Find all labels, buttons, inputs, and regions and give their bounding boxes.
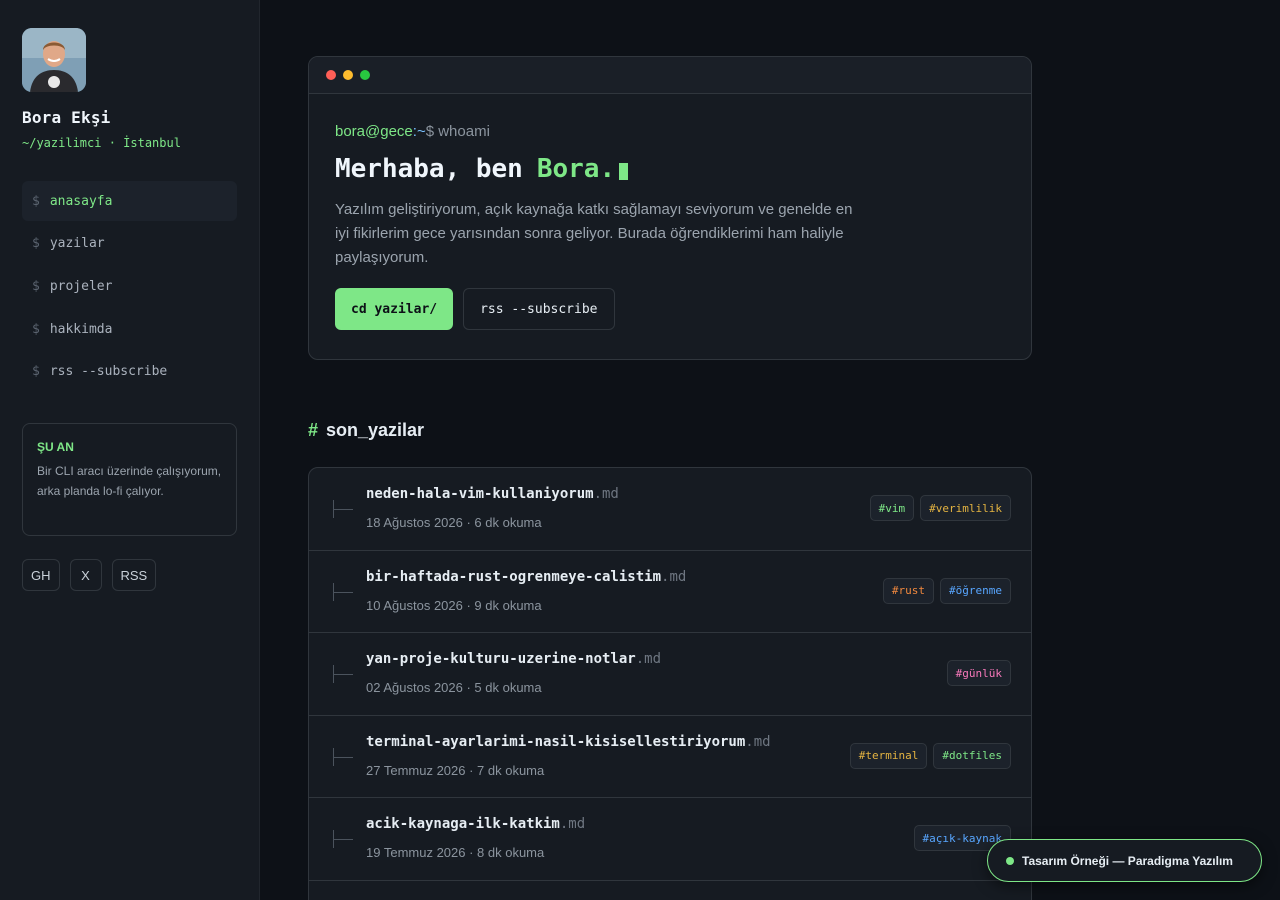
tree-branch-icon	[333, 582, 353, 601]
tag-badge[interactable]: #rust	[882, 577, 935, 604]
cursor-block-icon	[619, 162, 629, 180]
nav-item-yazilar[interactable]: $ yazilar	[22, 224, 237, 264]
now-card: ŞU AN Bir CLI aracı üzerinde çalışıyorum…	[22, 423, 237, 536]
status-dot-icon	[1006, 856, 1014, 865]
terminal-body: bora@gece:~$ whoami Merhaba, ben Bora. Y…	[309, 94, 1031, 330]
post-title[interactable]: yan-proje-kulturu-uzerine-notlar.md	[366, 651, 661, 667]
post-row[interactable]: acik-kaynaga-ilk-katkim.md 19 Temmuz 2026…	[309, 798, 1031, 881]
post-title[interactable]: terminal-ayarlarimi-nasil-kisisellestiri…	[366, 734, 771, 750]
post-row[interactable]: terminal-ayarlarimi-nasil-kisisellestiri…	[309, 716, 1031, 799]
hero-terminal-card: bora@gece:~$ whoami Merhaba, ben Bora. Y…	[308, 56, 1032, 360]
post-meta: 10 Ağustos 2026 · 9 dk okuma	[366, 597, 542, 613]
x-link[interactable]: X	[69, 559, 102, 591]
red-dot-icon	[326, 70, 336, 80]
section-title: son_yazilar	[326, 420, 425, 440]
rss-subscribe-button[interactable]: rss --subscribe	[463, 288, 615, 330]
profile-subtitle: ~/yazilimci · İstanbul	[22, 136, 181, 150]
prompt-path: :~	[412, 123, 426, 140]
read-posts-button[interactable]: cd yazilar/	[335, 288, 454, 330]
post-slug: acik-kaynaga-ilk-katkim	[366, 816, 560, 833]
tree-branch-icon	[333, 500, 353, 518]
post-title[interactable]: neden-hala-vim-kullaniyorum.md	[366, 486, 619, 502]
prompt-symbol: $	[32, 364, 40, 380]
terminal-prompt: bora@gece:~$ whoami	[335, 123, 1005, 140]
tree-branch-icon	[333, 665, 353, 684]
tag-badge[interactable]: #vim	[869, 495, 915, 521]
post-slug: yan-proje-kulturu-uzerine-notlar	[366, 651, 636, 668]
yellow-dot-icon	[343, 70, 353, 80]
post-extension: .md	[661, 568, 687, 585]
nav-item-label: anasayfa	[49, 193, 113, 209]
hero-description: Yazılım geliştiriyorum, açık kaynağa kat…	[335, 201, 853, 266]
hero-title-prefix: Merhaba, ben	[335, 154, 523, 184]
tag-badge[interactable]: #dotfiles	[933, 742, 1011, 769]
tree-branch-icon	[333, 830, 353, 849]
social-links: GH X RSS	[22, 559, 157, 591]
post-row[interactable]: bir-haftada-rust-ogrenmeye-calistim.md 10…	[309, 551, 1031, 634]
post-slug: bir-haftada-rust-ogrenmeye-calistim	[366, 568, 662, 585]
nav-item-rss[interactable]: $ rss --subscribe	[22, 352, 237, 392]
tag-badge[interactable]: #günlük	[946, 660, 1011, 687]
post-slug: neden-hala-vim-kullaniyorum	[366, 486, 594, 502]
avatar-image	[22, 28, 86, 92]
tag-badge[interactable]: #öğrenme	[940, 577, 1011, 604]
prompt-command: $ whoami	[425, 123, 490, 140]
terminal-title-bar	[309, 57, 1031, 94]
design-badge[interactable]: Tasarım Örneği — Paradigma Yazılım	[987, 839, 1262, 882]
post-meta: 19 Temmuz 2026 · 8 dk okuma	[366, 845, 545, 861]
prompt-user: bora@gece	[335, 123, 413, 140]
nav-item-label: projeler	[49, 278, 113, 294]
tag-badge[interactable]: #verimlilik	[920, 495, 1011, 521]
post-row[interactable]: neden-hala-vim-kullaniyorum.md 18 Ağustos…	[309, 468, 1031, 551]
nav-item-label: yazilar	[49, 236, 105, 252]
now-card-text: Bir CLI aracı üzerinde çalışıyorum, arka…	[37, 464, 222, 498]
green-dot-icon	[360, 70, 370, 80]
post-extension: .md	[593, 486, 619, 502]
tag-badge[interactable]: #terminal	[849, 742, 928, 769]
nav-item-label: rss --subscribe	[49, 364, 168, 380]
tree-branch-icon	[333, 747, 353, 766]
post-meta: 02 Ağustos 2026 · 5 dk okuma	[366, 680, 542, 696]
github-link[interactable]: GH	[22, 559, 60, 591]
nav-item-hakkimda[interactable]: $ hakkimda	[22, 309, 237, 349]
post-title[interactable]: bir-haftada-rust-ogrenmeye-calistim.md	[366, 569, 686, 585]
section-hash: #	[308, 420, 319, 440]
post-title[interactable]: acik-kaynaga-ilk-katkim.md	[366, 816, 585, 832]
post-slug: terminal-ayarlarimi-nasil-kisisellestiri…	[366, 733, 746, 750]
post-tags: #günlük	[946, 660, 1011, 687]
post-meta: 18 Ağustos 2026 · 6 dk okuma	[366, 515, 542, 530]
section-heading: # son_yazilar	[308, 420, 424, 441]
nav-item-projeler[interactable]: $ projeler	[22, 266, 237, 306]
sidebar-nav: $ anasayfa $ yazilar $ projeler $ hakkim…	[22, 181, 237, 394]
prompt-symbol: $	[32, 278, 40, 294]
post-tags: #rust #öğrenme	[882, 577, 1011, 604]
sidebar: Bora Ekşi ~/yazilimci · İstanbul $ anasa…	[0, 0, 260, 900]
hero-title-name: Bora.	[536, 154, 616, 184]
post-meta: 27 Temmuz 2026 · 7 dk okuma	[366, 762, 545, 778]
nav-item-label: hakkimda	[49, 321, 113, 337]
post-tags: #terminal #dotfiles	[849, 742, 1011, 769]
prompt-symbol: $	[32, 236, 40, 252]
now-card-title: ŞU AN	[37, 440, 74, 454]
post-extension: .md	[635, 651, 662, 668]
design-badge-label: Tasarım Örneği — Paradigma Yazılım	[1022, 853, 1233, 868]
profile-name: Bora Ekşi	[22, 108, 111, 127]
post-tags: #vim #verimlilik	[869, 495, 1011, 521]
hero-title: Merhaba, ben Bora.	[335, 154, 1005, 184]
post-list: neden-hala-vim-kullaniyorum.md 18 Ağustos…	[308, 467, 1032, 900]
post-row[interactable]: yan-proje-kulturu-uzerine-notlar.md 02 Ağ…	[309, 633, 1031, 716]
prompt-symbol: $	[32, 321, 40, 337]
rss-link[interactable]: RSS	[111, 559, 157, 591]
avatar	[22, 28, 86, 92]
hero-actions: cd yazilar/ rss --subscribe	[335, 288, 1005, 330]
prompt-symbol: $	[32, 193, 40, 209]
nav-item-anasayfa[interactable]: $ anasayfa	[22, 181, 237, 221]
post-extension: .md	[559, 816, 586, 833]
post-extension: .md	[745, 733, 771, 750]
